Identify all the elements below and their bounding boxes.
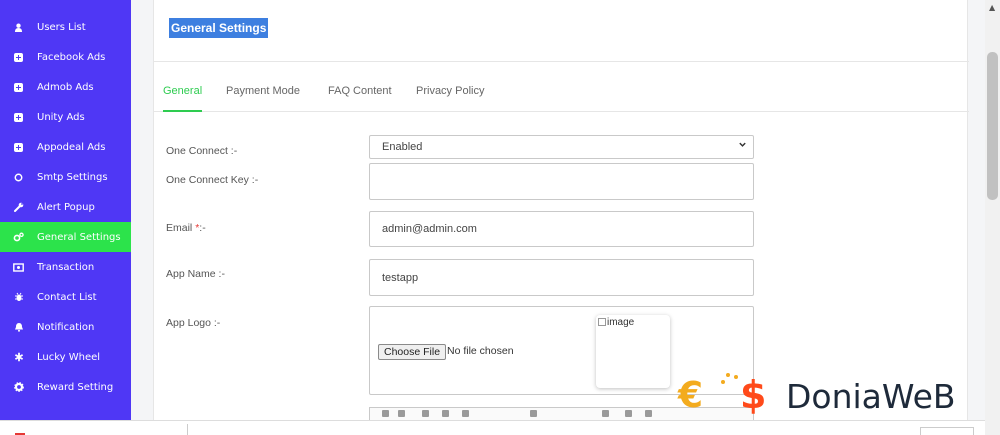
email-value: admin@admin.com [382,223,477,235]
plus-square-icon [0,112,37,122]
tab-payment-mode[interactable]: Payment Mode [226,62,300,112]
sidebar-item-label: Contact List [37,291,97,303]
bell-icon [0,322,37,332]
app-name-value: testapp [382,271,419,284]
sidebar-item-label: Admob Ads [37,81,94,93]
app-name-label: App Name :- [166,268,225,280]
page-title: General Settings [169,18,269,38]
sidebar-item-label: Lucky Wheel [37,351,101,363]
one-connect-key-label: One Connect Key :- [166,174,259,186]
sidebar-item-label: Users List [37,21,86,33]
cogs-icon [0,232,37,242]
sidebar-item-label: Notification [37,321,95,333]
app-logo-label: App Logo :- [166,317,221,329]
sidebar-item-contact-list[interactable]: Contact List [0,282,131,312]
wrench-icon [0,202,37,212]
plus-square-icon [0,82,37,92]
app-name-input[interactable]: testapp [369,259,754,296]
toolbar-icon[interactable] [442,410,449,417]
money-icon [0,262,37,272]
sidebar-item-label: Transaction [37,261,95,273]
scroll-up-arrow-icon[interactable]: ▲ [989,3,995,12]
sidebar-item-general-settings[interactable]: General Settings [0,222,131,252]
email-label: Email *:- [166,222,206,234]
sidebar-item-admob-ads[interactable]: Admob Ads [0,72,131,102]
one-connect-value: Enabled [382,141,423,153]
toolbar-icon[interactable] [602,410,609,417]
sidebar-item-lucky-wheel[interactable]: Lucky Wheel [0,342,131,372]
watermark-text: DoniaWeB [786,377,956,416]
bottom-bar [0,420,985,435]
tab-faq-content[interactable]: FAQ Content [328,62,392,112]
divider [187,424,188,435]
sidebar-item-transaction[interactable]: Transaction [0,252,131,282]
toolbar-icon[interactable] [382,410,389,417]
settings-panel: General Settings General Payment Mode FA… [153,0,969,420]
bottom-button[interactable] [920,427,974,435]
toolbar-icon[interactable] [645,410,652,417]
dollar-icon: $ [740,373,767,417]
one-connect-key-input[interactable] [369,163,754,200]
tab-privacy-policy[interactable]: Privacy Policy [416,62,484,112]
email-input[interactable]: admin@admin.com [369,211,754,247]
toolbar-icon[interactable] [422,410,429,417]
plus-square-icon [0,52,37,62]
sidebar-item-appodeal-ads[interactable]: Appodeal Ads [0,132,131,162]
asterisk-icon [0,352,37,362]
sidebar-item-reward-setting[interactable]: Reward Setting [0,372,131,402]
gear-icon [0,382,37,392]
sidebar-item-facebook-ads[interactable]: Facebook Ads [0,42,131,72]
page-scrollbar[interactable]: ▲ [985,0,1000,435]
sidebar-item-users-list[interactable]: Users List [0,12,131,42]
toolbar-icon[interactable] [625,410,632,417]
sparkle-icon [718,373,742,387]
chevron-down-icon [738,140,747,151]
toolbar-icon[interactable] [462,410,469,417]
sidebar-item-label: Facebook Ads [37,51,106,63]
title-bar: General Settings [154,0,969,62]
sidebar-item-label: Reward Setting [37,381,114,393]
logo-preview: image [596,315,670,388]
circle-icon [0,173,37,182]
euro-icon: € [678,375,704,416]
choose-file-button[interactable]: Choose File [378,344,447,360]
sidebar-item-label: Unity Ads [37,111,85,123]
toolbar-icon[interactable] [398,410,405,417]
toolbar-icon[interactable] [530,410,537,417]
bug-icon [0,292,37,302]
sidebar-item-alert-popup[interactable]: Alert Popup [0,192,131,222]
user-icon [0,23,37,32]
file-status: No file chosen [447,345,514,357]
sidebar-item-label: Smtp Settings [37,171,108,183]
app-root: Users List Facebook Ads Admob Ads Unity … [0,0,1000,435]
image-alt-text: image [607,317,635,328]
sidebar: Users List Facebook Ads Admob Ads Unity … [0,0,131,420]
one-connect-select[interactable]: Enabled [369,135,754,159]
sidebar-item-notification[interactable]: Notification [0,312,131,342]
one-connect-label: One Connect :- [166,145,238,157]
settings-tabs: General Payment Mode FAQ Content Privacy… [154,62,969,112]
sidebar-item-smtp-settings[interactable]: Smtp Settings [0,162,131,192]
tab-general[interactable]: General [163,62,203,112]
sidebar-item-label: General Settings [37,231,121,243]
sidebar-item-unity-ads[interactable]: Unity Ads [0,102,131,132]
sidebar-item-label: Alert Popup [37,201,95,213]
plus-square-icon [0,142,37,152]
sidebar-item-label: Appodeal Ads [37,141,106,153]
broken-image-icon [598,318,606,326]
scrollbar-thumb[interactable] [987,52,998,200]
